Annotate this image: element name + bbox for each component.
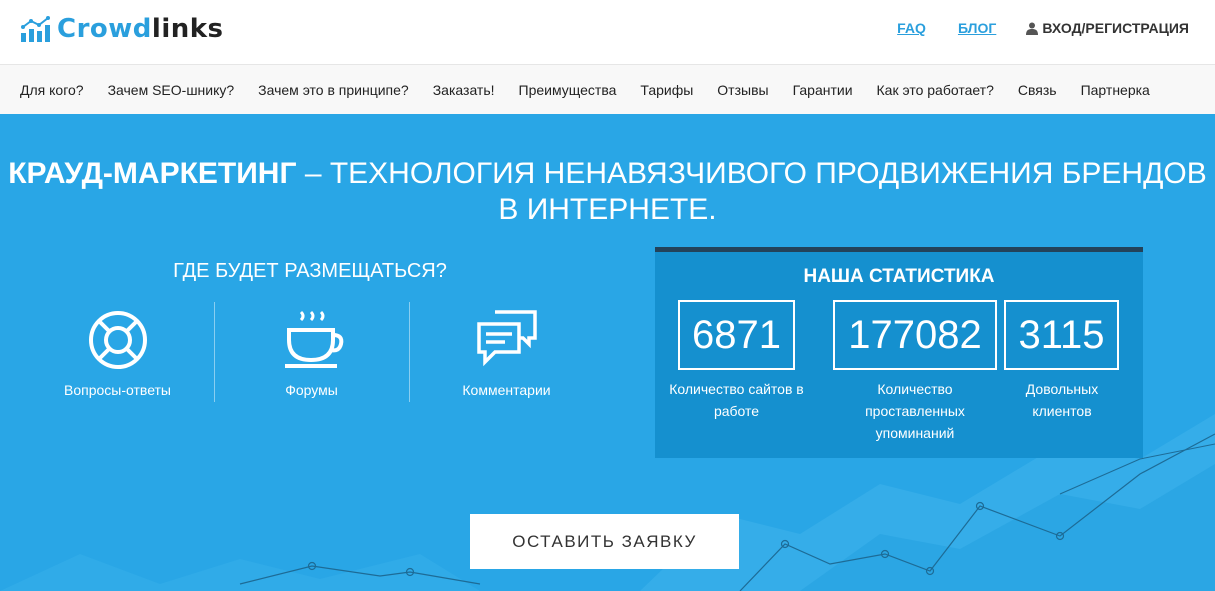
logo-text-links: links — [151, 14, 224, 44]
login-label: ВХОД/РЕГИСТРАЦИЯ — [1042, 20, 1189, 36]
submit-request-button[interactable]: ОСТАВИТЬ ЗАЯВКУ — [470, 514, 739, 569]
stats-panel: НАША СТАТИСТИКА 6871 Количество сайтов в… — [655, 247, 1143, 458]
login-link[interactable]: ВХОД/РЕГИСТРАЦИЯ — [1026, 20, 1189, 36]
nav-item-partners[interactable]: Партнерка — [1069, 82, 1162, 98]
nav-item-for-whom[interactable]: Для кого? — [8, 82, 96, 98]
faq-link[interactable]: FAQ — [897, 20, 926, 36]
nav-item-order[interactable]: Заказать! — [421, 82, 507, 98]
coffee-cup-icon — [284, 310, 343, 368]
stat-value-clients: 3115 — [1004, 300, 1119, 370]
feature-qa: Вопросы-ответы — [20, 304, 215, 398]
blog-link[interactable]: БЛОГ — [958, 20, 996, 36]
logo-text: Crowdlinks — [57, 14, 224, 44]
top-links: FAQ БЛОГ ВХОД/РЕГИСТРАЦИЯ — [865, 20, 1189, 36]
nav-item-reviews[interactable]: Отзывы — [705, 82, 780, 98]
main-nav: Для кого? Зачем SEO-шнику? Зачем это в п… — [0, 64, 1215, 115]
stat-label-clients: Довольных клиентов — [1025, 381, 1099, 419]
hero-headline: КРАУД-МАРКЕТИНГ – ТЕХНОЛОГИЯ НЕНАВЯЗЧИВО… — [0, 156, 1215, 228]
stats-title: НАША СТАТИСТИКА — [803, 266, 995, 287]
bar-chart-logo-icon — [21, 16, 50, 42]
headline-rest: – ТЕХНОЛОГИЯ НЕНАВЯЗЧИВОГО ПРОДВИЖЕНИЯ Б… — [296, 157, 1207, 226]
stat-label-mentions: Количество проставленных упоминаний — [865, 381, 965, 441]
logo[interactable]: Crowdlinks — [20, 9, 224, 49]
hero-section: КРАУД-МАРКЕТИНГ – ТЕХНОЛОГИЯ НЕНАВЯЗЧИВО… — [0, 114, 1215, 591]
lifebuoy-icon — [88, 311, 147, 369]
headline-bold: КРАУД-МАРКЕТИНГ — [8, 157, 297, 190]
nav-item-contact[interactable]: Связь — [1006, 82, 1069, 98]
feature-forums: Форумы — [214, 304, 409, 398]
chat-bubbles-icon — [476, 310, 537, 367]
nav-item-how-it-works[interactable]: Как это работает? — [865, 82, 1006, 98]
stat-value-sites: 6871 — [678, 300, 795, 370]
top-header: Crowdlinks FAQ БЛОГ ВХОД/РЕГИСТРАЦИЯ — [0, 0, 1215, 64]
feature-label: Вопросы-ответы — [64, 382, 171, 398]
feature-comments: Комментарии — [409, 304, 604, 398]
stat-label-sites: Количество сайтов в работе — [669, 381, 804, 419]
placement-title: ГДЕ БУДЕТ РАЗМЕЩАТЬСЯ? — [173, 260, 447, 282]
nav-item-why-at-all[interactable]: Зачем это в принципе? — [246, 82, 421, 98]
stat-value-mentions: 177082 — [833, 300, 997, 370]
nav-item-advantages[interactable]: Преимущества — [507, 82, 629, 98]
feature-label: Комментарии — [462, 382, 551, 398]
nav-item-tariffs[interactable]: Тарифы — [628, 82, 705, 98]
nav-item-guarantees[interactable]: Гарантии — [781, 82, 865, 98]
logo-text-crowd: Crowd — [57, 14, 152, 44]
nav-item-why-seo[interactable]: Зачем SEO-шнику? — [96, 82, 247, 98]
feature-label: Форумы — [285, 382, 338, 398]
user-icon — [1026, 22, 1039, 35]
